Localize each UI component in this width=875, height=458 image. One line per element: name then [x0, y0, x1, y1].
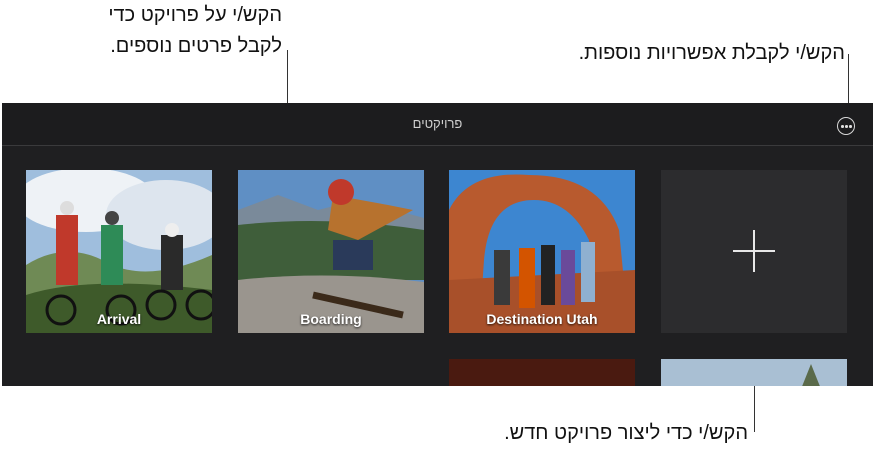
project-tile-arrival[interactable]: Arrival	[26, 170, 212, 333]
project-tile-partial[interactable]	[449, 359, 635, 386]
new-project-tile[interactable]	[661, 170, 847, 333]
callout-tap-project: הקש/י על פרויקט כדי לקבל פרטים נוספים.	[108, 0, 282, 62]
project-thumbnail	[449, 170, 635, 333]
project-thumbnail	[26, 170, 212, 333]
callout-tap-project-line1: הקש/י על פרויקט כדי	[108, 4, 282, 26]
page-title: פרויקטים	[412, 116, 463, 131]
project-tile-destination-utah[interactable]: Destination Utah	[449, 170, 635, 333]
project-thumbnail	[238, 170, 424, 333]
project-title: Boarding	[300, 311, 362, 327]
projects-browser: פרויקטים Arrival Boarding Destination Ut…	[2, 103, 873, 386]
project-thumbnail	[661, 359, 847, 386]
callout-new-project: הקש/י כדי ליצור פרויקט חדש.	[504, 422, 748, 444]
callout-more-options: הקש/י לקבלת אפשרויות נוספות.	[578, 42, 845, 64]
project-tile-partial[interactable]	[661, 359, 847, 386]
project-tile-boarding[interactable]: Boarding	[238, 170, 424, 333]
top-bar: פרויקטים	[2, 103, 873, 146]
callout-tap-project-line2: לקבל פרטים נוספים.	[110, 35, 282, 57]
project-title: Destination Utah	[486, 311, 598, 327]
ellipsis-circle-icon[interactable]	[837, 117, 855, 135]
project-title: Arrival	[96, 311, 142, 327]
